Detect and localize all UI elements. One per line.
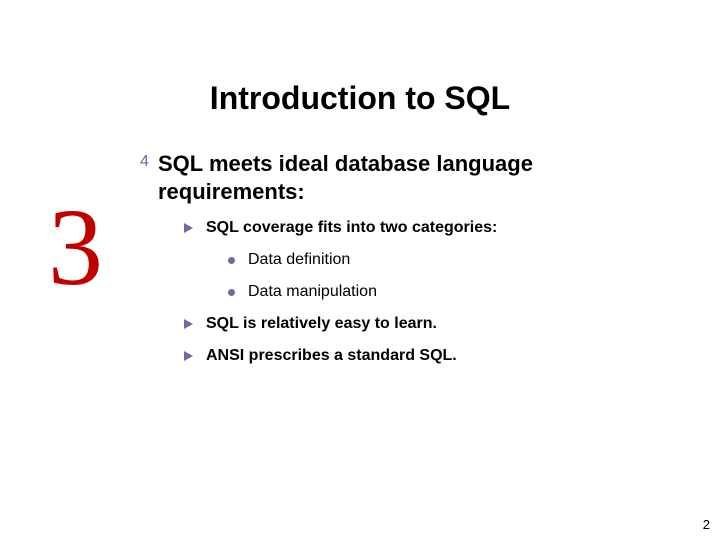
- bullet-level2: ANSI prescribes a standard SQL.: [184, 347, 660, 365]
- chapter-number: 3: [48, 192, 103, 302]
- bullet-text: Data definition: [248, 251, 350, 269]
- four-bullet-icon: 4: [140, 150, 158, 174]
- slide-title: Introduction to SQL: [0, 80, 720, 117]
- bullet-text: SQL meets ideal database language requir…: [158, 150, 660, 205]
- slide-content: 4 SQL meets ideal database language requ…: [140, 150, 660, 375]
- triangle-bullet-icon: [184, 347, 206, 365]
- triangle-bullet-icon: [184, 219, 206, 237]
- bullet-text: SQL is relatively easy to learn.: [206, 315, 437, 333]
- page-number: 2: [703, 517, 710, 532]
- dot-bullet-icon: [228, 251, 248, 269]
- bullet-text: ANSI prescribes a standard SQL.: [206, 347, 457, 365]
- dot-bullet-icon: [228, 283, 248, 301]
- bullet-level2: SQL coverage fits into two categories:: [184, 219, 660, 237]
- bullet-level3: Data manipulation: [228, 283, 660, 301]
- bullet-level2: SQL is relatively easy to learn.: [184, 315, 660, 333]
- slide: Introduction to SQL 3 4 SQL meets ideal …: [0, 0, 720, 540]
- bullet-text: Data manipulation: [248, 283, 377, 301]
- bullet-text: SQL coverage fits into two categories:: [206, 219, 497, 237]
- bullet-level3: Data definition: [228, 251, 660, 269]
- bullet-level1: 4 SQL meets ideal database language requ…: [140, 150, 660, 205]
- triangle-bullet-icon: [184, 315, 206, 333]
